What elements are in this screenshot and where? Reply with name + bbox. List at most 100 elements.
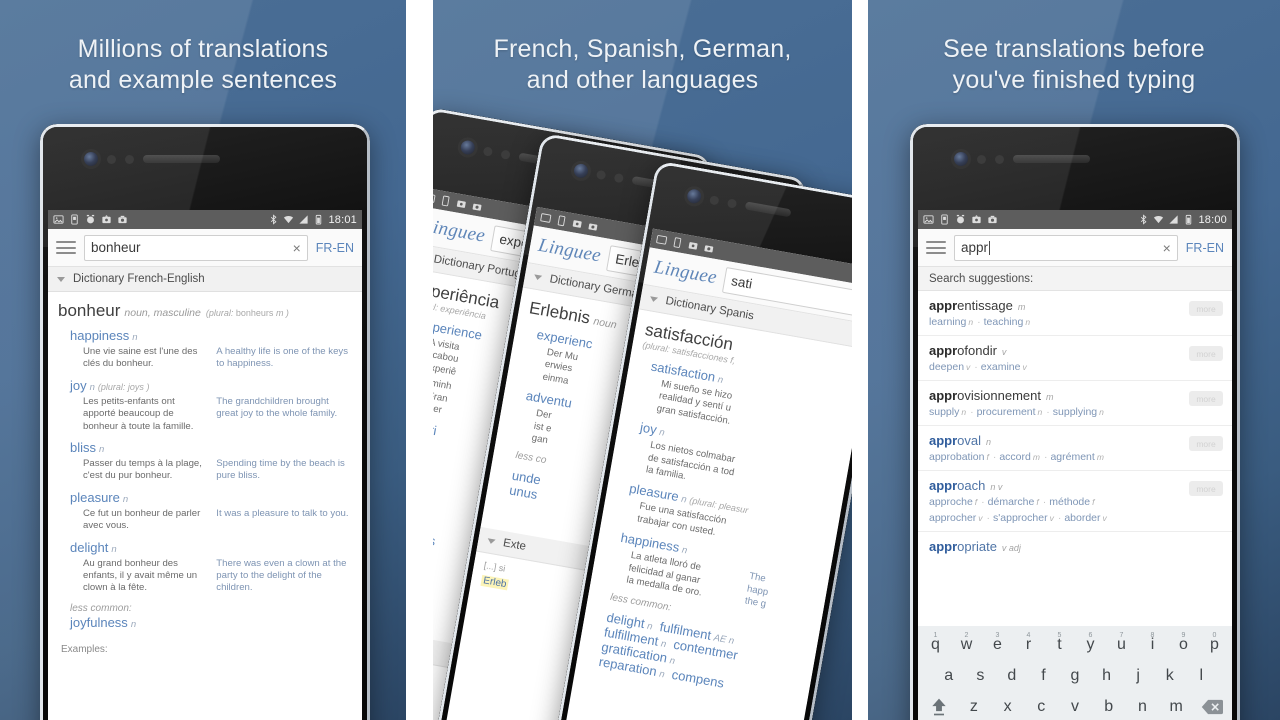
key-h[interactable]: h [1091,667,1123,685]
on-screen-keyboard: 1q 2w 3e 4r 5t 6y 7u 8i 9o 0p a s d f g … [918,626,1232,720]
example-pair: Une vie saine est l'une des clés du bonh… [70,346,352,371]
panel-3-headline: See translations before you've finished … [868,34,1280,96]
term-pos: n [122,493,129,505]
key-z[interactable]: z [957,698,991,716]
shift-icon[interactable] [920,696,957,718]
key-g[interactable]: g [1059,667,1091,685]
more-button[interactable]: more [1189,436,1223,451]
examples-section-label: Examples: [61,643,108,655]
headword-pos: noun, masculine [124,307,201,319]
promo-panel-1: Millions of translations and example sen… [0,0,406,720]
suggestion-item[interactable]: approvisionnement m supply n · procurement n ·… [918,381,1232,426]
example-source: Passer du temps à la plage, c'est du pur… [83,458,202,482]
term-text: bliss [70,440,97,456]
headline-line-2: and example sentences [68,66,338,94]
key-w[interactable]: 2w [951,632,982,654]
term-pos: n [132,332,138,343]
menu-icon[interactable] [56,241,76,254]
translation-term[interactable]: joyfulness n [70,615,352,630]
battery-icon [316,214,322,225]
plural-label: (plural: [205,308,234,318]
key-e[interactable]: 3e [982,632,1013,654]
language-pair-button[interactable]: FR-EN [1186,241,1224,255]
translation-term[interactable]: pleasure n [70,490,352,505]
key-b[interactable]: b [1092,698,1126,716]
sense-block: happiness n Une vie saine est l'une des c… [58,328,352,371]
menu-icon[interactable] [926,241,946,254]
key-d[interactable]: d [996,667,1028,685]
headline-line-1: See translations before [943,35,1205,63]
suggestion-word: approach n v [929,478,1003,493]
alarm-icon [86,214,95,224]
translation-term[interactable]: happinessn [70,328,352,343]
phone-device-1: 18:01 bonheur × FR-EN Dictionary French-… [40,124,370,720]
language-pair-button[interactable]: FR-EN [316,241,354,255]
bluetooth-icon [271,214,277,225]
text-caret [989,240,991,255]
term-text: joy [70,377,87,393]
suggestions-header: Search suggestions: [918,267,1232,291]
key-f[interactable]: f [1028,667,1060,685]
key-m[interactable]: m [1159,698,1193,716]
search-input[interactable]: bonheur × [84,234,308,261]
suggestion-item[interactable]: approfondir v deepen v · examine v more [918,336,1232,381]
clear-icon[interactable]: × [1163,241,1171,255]
translation-term[interactable]: delight n [70,540,352,555]
dictionary-entry-1: bonheur noun, masculine (plural: bonheurs … [48,292,362,655]
search-input[interactable]: appr × [954,234,1178,261]
example-target: A healthy life is one of the keys to hap… [216,346,349,370]
translation-term[interactable]: joy n (plural: joys ) [70,378,352,393]
status-clock: 18:01 [328,213,357,226]
key-i[interactable]: 8i [1137,632,1168,654]
dictionary-section-header[interactable]: Dictionary French-English [48,267,362,292]
suggestion-item[interactable]: appropriate v adj [918,532,1232,560]
wifi-icon [1154,216,1164,224]
phone-3-screen: 18:00 appr × FR-EN Search suggestions: a… [918,210,1232,720]
translation-term[interactable]: bliss n [70,440,352,455]
key-p[interactable]: 0p [1199,632,1230,654]
suggestion-word: apprentissage m [929,298,1026,313]
battery-icon [1186,214,1192,225]
key-n[interactable]: n [1126,698,1160,716]
app-bar-3: appr × FR-EN [918,229,1232,267]
key-k[interactable]: k [1154,667,1186,685]
key-x[interactable]: x [991,698,1025,716]
clear-icon[interactable]: × [293,241,301,255]
suggestion-item[interactable]: approval n approbation f · accord m · agrément m… [918,426,1232,471]
screenshot-root: Millions of translations and example sen… [0,0,1280,720]
key-y[interactable]: 6y [1075,632,1106,654]
app-bar-1: bonheur × FR-EN [48,229,362,267]
sim-icon [673,237,682,248]
key-c[interactable]: c [1024,698,1058,716]
example-source: Une vie saine est l'une des clés du bonh… [83,346,198,370]
backspace-icon[interactable] [1193,699,1230,715]
key-a[interactable]: a [933,667,965,685]
key-l[interactable]: l [1185,667,1217,685]
more-button[interactable]: more [1189,481,1223,496]
chevron-down-icon [486,538,496,545]
headword-pos: noun [592,315,618,332]
more-button[interactable]: more [1189,301,1223,316]
more-button[interactable]: more [1189,391,1223,406]
more-button[interactable]: more [1189,346,1223,361]
sim-icon [441,195,450,207]
signal-icon [299,215,309,224]
key-v[interactable]: v [1058,698,1092,716]
example-target: There was even a clown at the party to t… [216,557,347,594]
example-pair: Passer du temps à la plage, c'est du pur… [70,458,352,483]
key-j[interactable]: j [1122,667,1154,685]
suggestion-item[interactable]: apprentissage m learning n · teaching n more [918,291,1232,336]
status-right-icons: 18:00 [1138,214,1227,226]
search-query-text: appr [961,240,989,255]
sim-icon [557,215,566,227]
key-s[interactable]: s [965,667,997,685]
key-t[interactable]: 5t [1044,632,1075,654]
term-text: happiness [70,328,130,343]
key-o[interactable]: 9o [1168,632,1199,654]
suggestion-item[interactable]: approach n v approche f · démarche f · méthode f… [918,471,1232,532]
screenshot-icon [456,200,466,208]
key-u[interactable]: 7u [1106,632,1137,654]
key-r[interactable]: 4r [1013,632,1044,654]
key-q[interactable]: 1q [920,632,951,654]
sense-block: joy n (plural: joys ) Les petits-enfants o… [58,378,352,433]
